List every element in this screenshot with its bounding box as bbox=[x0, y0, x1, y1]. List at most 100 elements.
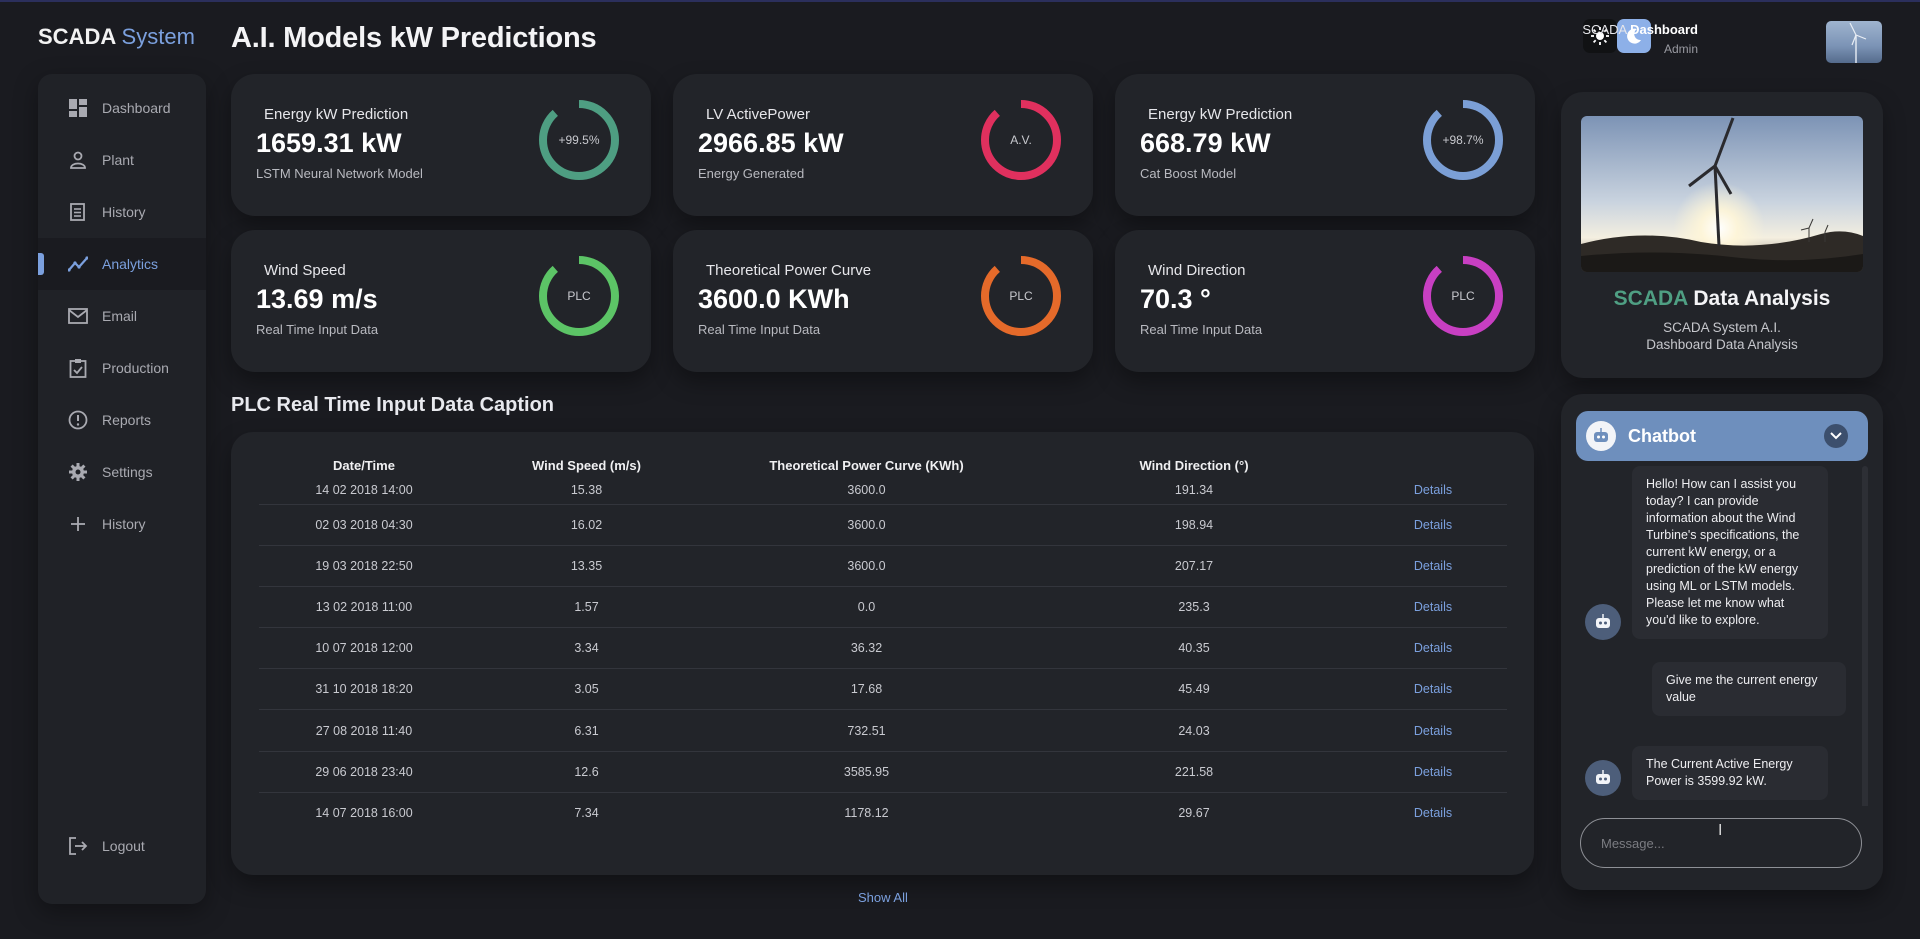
sidebar-item-reports[interactable]: Reports bbox=[38, 394, 206, 446]
details-link[interactable]: Details bbox=[1359, 627, 1507, 670]
clipboard-icon bbox=[68, 358, 88, 378]
sidebar-item-plant[interactable]: Plant bbox=[38, 134, 206, 186]
card-value: 668.79 kW bbox=[1140, 128, 1271, 158]
details-link[interactable]: Details bbox=[1359, 586, 1507, 629]
table-cell: 3600.0 bbox=[704, 476, 1029, 505]
card-title: Wind Speed bbox=[264, 262, 346, 279]
info-panel: SCADA Data Analysis SCADA System A.I. Da… bbox=[1561, 92, 1883, 378]
data-table-card: Date/Time Wind Speed (m/s) Theoretical P… bbox=[231, 432, 1534, 875]
table-cell: 13 02 2018 11:00 bbox=[259, 586, 469, 629]
sidebar-item-history[interactable]: History bbox=[38, 186, 206, 238]
gear-icon bbox=[68, 462, 88, 482]
details-link[interactable]: Details bbox=[1359, 504, 1507, 546]
user-name-bold: Dashboard bbox=[1630, 22, 1698, 37]
show-all-link[interactable]: Show All bbox=[858, 890, 908, 905]
table-cell: 7.34 bbox=[574, 806, 599, 821]
table-cell: 16.02 bbox=[469, 504, 704, 546]
table-cell: 3.05 bbox=[469, 668, 704, 711]
card-value: 2966.85 kW bbox=[698, 128, 844, 158]
table-cell: 27 08 2018 11:40 bbox=[259, 709, 469, 752]
card-value: 3600.0 KWh bbox=[698, 284, 850, 314]
chatbot-title: Chatbot bbox=[1628, 425, 1696, 446]
gauge-label: A.V. bbox=[1010, 133, 1032, 147]
table-cell: 29.67 bbox=[1178, 806, 1210, 821]
table-row: 13 02 2018 11:00 1.57 0.0 235.3 Details bbox=[259, 586, 1507, 629]
sidebar-item-label: History bbox=[102, 204, 146, 220]
sidebar-item-label: Settings bbox=[102, 464, 153, 480]
sidebar-item-label: Analytics bbox=[102, 256, 159, 272]
table-cell: 40.35 bbox=[1029, 627, 1359, 670]
gauge-ring: PLC bbox=[1423, 256, 1503, 336]
brand-logo: SCADA System bbox=[38, 24, 195, 50]
table-row: 19 03 2018 22:50 13.35 3600.0 207.17 Details bbox=[259, 545, 1507, 587]
table-cell: 02 03 2018 04:30 bbox=[259, 504, 469, 546]
text-cursor-icon: I bbox=[1718, 822, 1723, 839]
wind-turbine-thumbnail bbox=[1849, 22, 1867, 63]
table-cell: 3600.0 bbox=[704, 504, 1029, 546]
chat-scrollbar[interactable] bbox=[1862, 466, 1868, 806]
metric-card: Theoretical Power Curve 3600.0 KWh Real … bbox=[673, 230, 1093, 372]
bot-message: Hello! How can I assist you today? I can… bbox=[1632, 466, 1828, 639]
chevron-down-icon[interactable] bbox=[1824, 424, 1848, 448]
table-row: 14 02 2018 14:00 15.38 3600.0 191.34 Details bbox=[259, 476, 1507, 505]
table-title: PLC Real Time Input Data Caption bbox=[231, 394, 554, 416]
sidebar-item-dashboard[interactable]: Dashboard bbox=[38, 82, 206, 134]
user-name-prefix: SCADA bbox=[1582, 22, 1627, 37]
table-cell: 207.17 bbox=[1029, 545, 1359, 587]
gauge-ring: +99.5% bbox=[539, 100, 619, 180]
trending-icon bbox=[68, 254, 88, 274]
metric-card: Energy kW Prediction 1659.31 kW LSTM Neu… bbox=[231, 74, 651, 216]
table-cell: 15.38 bbox=[469, 476, 704, 505]
bot-avatar-icon bbox=[1585, 760, 1621, 796]
details-link[interactable]: Details bbox=[1359, 709, 1507, 752]
logout-label: Logout bbox=[102, 838, 145, 854]
sidebar-item-history-add[interactable]: History bbox=[38, 498, 206, 550]
card-title: Theoretical Power Curve bbox=[706, 262, 872, 279]
plus-icon bbox=[68, 514, 88, 534]
details-link[interactable]: Details bbox=[1359, 751, 1507, 793]
column-header: Wind Speed (m/s) bbox=[532, 457, 641, 473]
table-cell: 1178.12 bbox=[844, 806, 889, 821]
table-cell: 6.31 bbox=[469, 709, 704, 752]
table-cell: 36.32 bbox=[704, 627, 1029, 670]
gauge-ring: A.V. bbox=[981, 100, 1061, 180]
sidebar-item-settings[interactable]: Settings bbox=[38, 446, 206, 498]
table-cell: 17.68 bbox=[704, 668, 1029, 711]
card-subtitle: Energy Generated bbox=[698, 166, 805, 181]
table-cell: 14 07 2018 16:00 bbox=[315, 806, 413, 821]
details-link[interactable]: Details bbox=[1359, 476, 1507, 505]
details-link[interactable]: Details bbox=[1359, 668, 1507, 711]
column-header: Date/Time bbox=[333, 457, 395, 473]
card-value: 13.69 m/s bbox=[256, 284, 378, 314]
info-title-rest: Data Analysis bbox=[1693, 287, 1831, 310]
column-header: Wind Direction (°) bbox=[1139, 457, 1249, 473]
table-header-row: Date/Time Wind Speed (m/s) Theoretical P… bbox=[259, 454, 1507, 476]
gauge-ring: PLC bbox=[981, 256, 1061, 336]
table-cell: 1.57 bbox=[469, 586, 704, 629]
gauge-ring: PLC bbox=[539, 256, 619, 336]
metric-card: Wind Speed 13.69 m/s Real Time Input Dat… bbox=[231, 230, 651, 372]
column-header bbox=[1359, 454, 1507, 476]
logout-button[interactable]: Logout bbox=[38, 820, 206, 872]
sidebar-item-production[interactable]: Production bbox=[38, 342, 206, 394]
gauge-label: PLC bbox=[1009, 289, 1033, 303]
table-row: 29 06 2018 23:40 12.6 3585.95 221.58 Details bbox=[259, 751, 1507, 793]
gauge-label: PLC bbox=[1451, 289, 1475, 303]
table-cell: 29 06 2018 23:40 bbox=[259, 751, 469, 793]
card-title: Energy kW Prediction bbox=[1148, 106, 1293, 123]
table-cell: 235.3 bbox=[1029, 586, 1359, 629]
chat-messages[interactable]: Hello! How can I assist you today? I can… bbox=[1576, 466, 1868, 806]
avatar[interactable] bbox=[1826, 21, 1882, 63]
details-link[interactable]: Details bbox=[1359, 792, 1507, 833]
card-value: 70.3 ° bbox=[1140, 284, 1211, 314]
receipt-icon bbox=[68, 202, 88, 222]
table-cell: 221.58 bbox=[1029, 751, 1359, 793]
chatbot-header[interactable]: Chatbot bbox=[1576, 411, 1868, 461]
gauge-label: +99.5% bbox=[558, 133, 599, 147]
details-link[interactable]: Details bbox=[1359, 545, 1507, 587]
table-cell: 14 02 2018 14:00 bbox=[259, 476, 469, 505]
sidebar-item-email[interactable]: Email bbox=[38, 290, 206, 342]
table-cell: 3585.95 bbox=[704, 751, 1029, 793]
user-name: SCADA Dashboard bbox=[1582, 22, 1698, 37]
sidebar-item-analytics[interactable]: Analytics bbox=[38, 238, 206, 290]
